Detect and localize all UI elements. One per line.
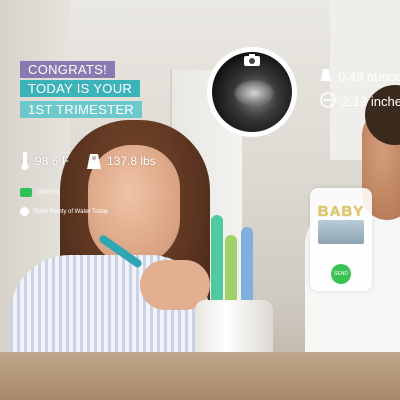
water-reminder[interactable]: Drink Plenty of Water Today (20, 207, 108, 216)
today-banner: TODAY IS YOUR (20, 80, 141, 97)
water-label: Drink Plenty of Water Today (34, 208, 109, 215)
baby-balloon-text: BABY (317, 203, 365, 220)
toothbrush-holder (205, 205, 265, 315)
temperature-value: 98.6 F (35, 154, 70, 168)
weight-value: 137.8 lbs (107, 154, 156, 168)
trimester-banner: 1ST TRIMESTER (20, 101, 142, 118)
share-card: BABY SEND (310, 188, 372, 291)
temperature-readout: 98.6 F (20, 151, 69, 171)
baby-weight-value: 0.49 ounces (338, 69, 400, 84)
thermometer-icon (20, 151, 30, 171)
scale-icon (86, 152, 102, 170)
bathroom-mirror-scene: CONGRATS! TODAY IS YOUR 1ST TRIMESTER 98… (0, 0, 400, 400)
send-button[interactable]: SEND (331, 264, 351, 284)
length-icon (320, 92, 336, 111)
congrats-banner: CONGRATS! (20, 61, 116, 78)
ultrasound-fetus (234, 80, 274, 106)
weight-readout: 137.8 lbs (86, 152, 156, 170)
obgyn-label: OBGYN (37, 189, 59, 196)
obgyn-reminder[interactable]: OBGYN (20, 188, 59, 197)
app-badge-icon (20, 188, 32, 197)
weight-icon (320, 68, 332, 85)
lightbulb-icon (20, 207, 29, 216)
baby-length-readout: 2.13 inches (320, 92, 400, 111)
camera-icon[interactable] (243, 53, 261, 67)
baby-weight-readout: 0.49 ounces (320, 68, 400, 85)
baby-length-value: 2.13 inches (342, 94, 400, 109)
countertop (0, 352, 400, 400)
baby-announcement-photo (318, 220, 364, 244)
